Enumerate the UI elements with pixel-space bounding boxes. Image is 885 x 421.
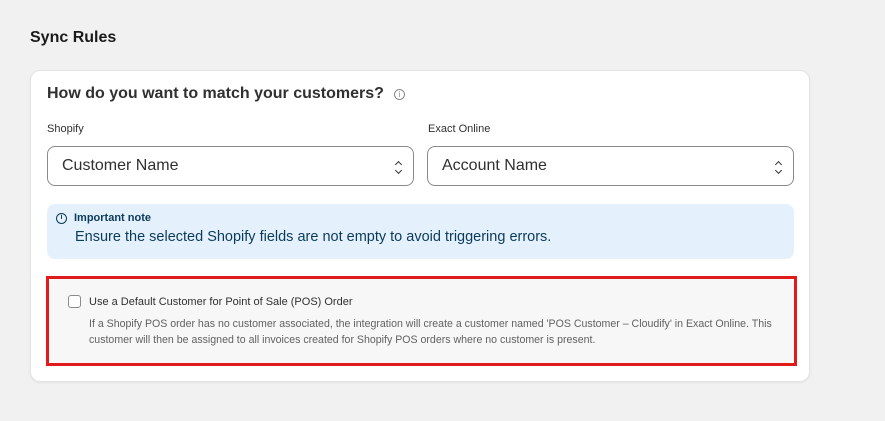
note-text: Ensure the selected Shopify fields are n… [75, 229, 552, 245]
shopify-field-select[interactable]: Customer Name [47, 146, 414, 186]
pos-default-customer-option: Use a Default Customer for Point of Sale… [49, 279, 794, 363]
info-icon[interactable]: i [393, 88, 405, 100]
section-title: Sync Rules [30, 29, 117, 46]
select-chevron-icon [773, 159, 783, 174]
info-icon: i [56, 212, 67, 224]
select-chevron-icon [393, 159, 403, 174]
pos-help-text: If a Shopify POS order has no customer a… [89, 318, 772, 346]
card-title: How do you want to match your customers? [47, 85, 384, 102]
match-customers-card: How do you want to match your customers?… [30, 70, 810, 382]
exact-online-label: Exact Online [428, 123, 491, 135]
shopify-select-value: Customer Name [62, 157, 179, 174]
highlight-box: Use a Default Customer for Point of Sale… [46, 276, 797, 366]
pos-checkbox-label[interactable]: Use a Default Customer for Point of Sale… [89, 296, 353, 308]
shopify-label: Shopify [47, 123, 84, 135]
exact-online-select-value: Account Name [442, 157, 547, 174]
note-title: Important note [74, 212, 151, 224]
pos-default-customer-checkbox[interactable] [68, 295, 81, 308]
card-heading: How do you want to match your customers?… [47, 85, 405, 103]
important-note-banner: i Important note Ensure the selected Sho… [47, 204, 794, 259]
exact-online-field-select[interactable]: Account Name [427, 146, 794, 186]
